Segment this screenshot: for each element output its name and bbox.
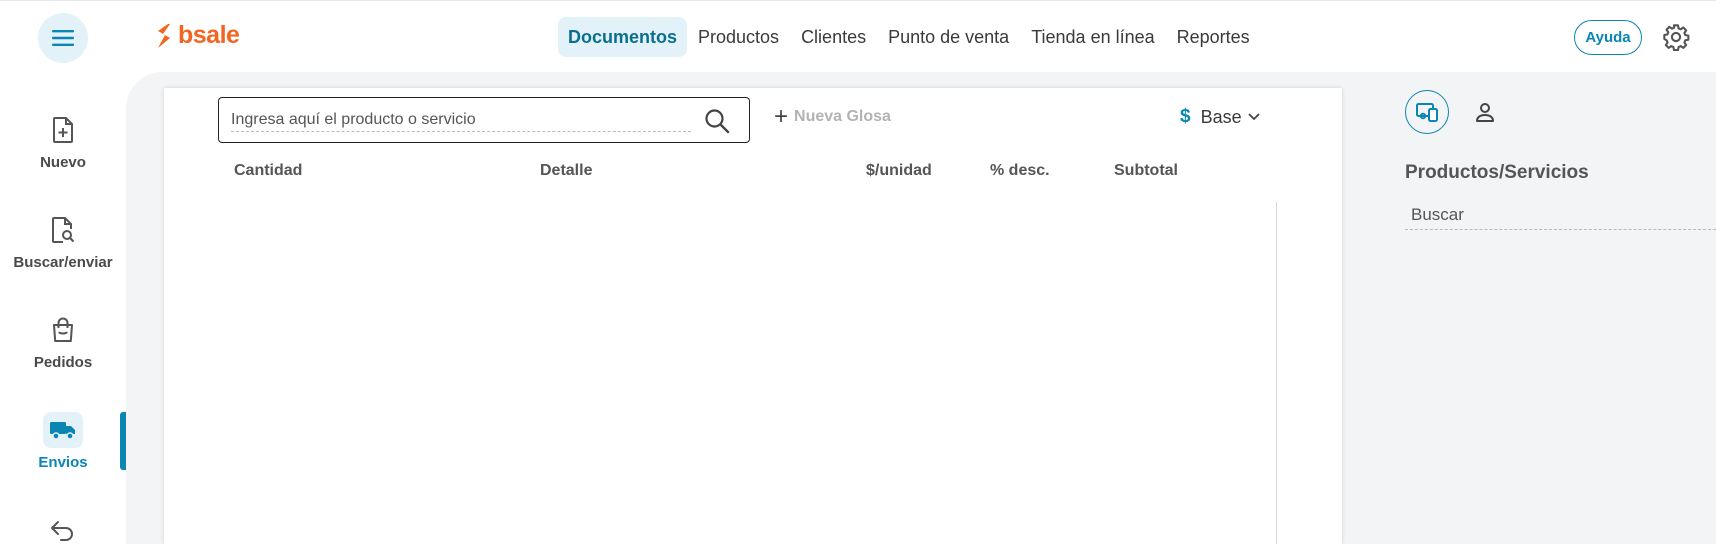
- sidebar-item-buscar-enviar[interactable]: Buscar/enviar: [0, 212, 126, 271]
- sidebar-item-label: Envios: [38, 454, 88, 471]
- sidebar-item-label: Pedidos: [33, 354, 93, 371]
- new-glosa-label: Nueva Glosa: [794, 108, 891, 125]
- search-icon[interactable]: [703, 107, 731, 135]
- hamburger-menu-button[interactable]: [38, 13, 88, 63]
- side-icon-wrap: [43, 412, 83, 448]
- product-search-box: [218, 97, 750, 143]
- sidebar-item-pedidos[interactable]: Pedidos: [0, 312, 126, 371]
- tab-products[interactable]: [1405, 90, 1449, 134]
- side-icon-wrap: [43, 212, 83, 248]
- sidebar-item-nuevo[interactable]: Nuevo: [0, 112, 126, 171]
- document-panel: + Nueva Glosa $ Base Cantidad Detalle $/…: [164, 88, 1342, 544]
- products-search-input[interactable]: [1405, 200, 1716, 230]
- file-plus-icon: [53, 117, 73, 143]
- truck-icon: [50, 422, 75, 440]
- column-header-cantidad: Cantidad: [234, 162, 303, 179]
- table-divider: [1276, 202, 1277, 544]
- help-button[interactable]: Ayuda: [1574, 20, 1642, 55]
- nav-documentos[interactable]: Documentos: [558, 17, 688, 57]
- side-icon-wrap: [43, 112, 83, 148]
- app-root: bsale Documentos Productos Clientes Punt…: [0, 0, 1716, 544]
- right-panel: Productos/Servicios: [1342, 72, 1716, 544]
- hamburger-icon: [52, 30, 74, 46]
- nav-clientes[interactable]: Clientes: [790, 17, 877, 57]
- product-search-input[interactable]: [231, 108, 691, 132]
- sidebar-item-envios[interactable]: Envios: [0, 412, 126, 471]
- products-services-title: Productos/Servicios: [1405, 162, 1589, 183]
- side-icon-wrap: [43, 312, 83, 348]
- new-glosa-button[interactable]: + Nueva Glosa: [774, 103, 891, 130]
- bsale-logo-icon: [158, 23, 170, 48]
- chevron-down-icon: [1247, 113, 1260, 121]
- tab-client[interactable]: [1463, 90, 1507, 134]
- column-header-precio-unidad: $/unidad: [866, 162, 932, 179]
- logo[interactable]: bsale: [154, 21, 240, 50]
- top-bar: bsale Documentos Productos Clientes Punt…: [0, 0, 1716, 72]
- logo-text: bsale: [178, 21, 240, 49]
- side-icon-wrap: [43, 512, 83, 544]
- column-header-subtotal: Subtotal: [1114, 162, 1178, 179]
- devices-icon: [1416, 103, 1438, 122]
- file-search-icon: [52, 217, 75, 243]
- price-list-value: Base: [1200, 106, 1242, 127]
- sidebar-item-return[interactable]: [0, 512, 126, 544]
- column-header-descuento: % desc.: [990, 162, 1050, 179]
- nav-productos[interactable]: Productos: [687, 17, 790, 57]
- return-arrow-icon: [51, 521, 73, 541]
- user-icon: [1476, 103, 1494, 122]
- sidebar: Nuevo Buscar/enviar Pedidos Envios: [0, 72, 126, 544]
- gear-icon[interactable]: [1662, 23, 1690, 51]
- nav-tienda-en-linea[interactable]: Tienda en línea: [1020, 17, 1165, 57]
- sidebar-item-label: Nuevo: [40, 154, 86, 171]
- price-list-select[interactable]: $ Base: [1180, 106, 1260, 128]
- main-nav: Documentos Productos Clientes Punto de v…: [558, 17, 1261, 57]
- nav-punto-de-venta[interactable]: Punto de venta: [877, 17, 1020, 57]
- column-header-detalle: Detalle: [540, 162, 593, 179]
- plus-icon: +: [774, 103, 789, 130]
- dollar-icon: $: [1180, 106, 1191, 127]
- shopping-bag-icon: [53, 317, 73, 342]
- sidebar-item-label: Buscar/enviar: [13, 254, 113, 271]
- nav-reportes[interactable]: Reportes: [1166, 17, 1261, 57]
